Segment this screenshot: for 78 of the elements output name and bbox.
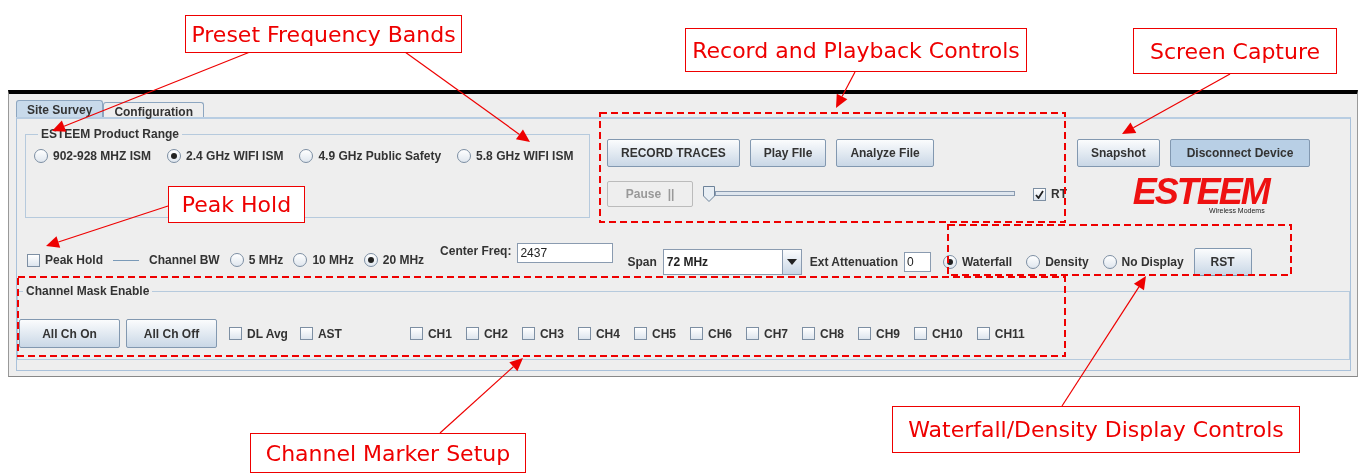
- callout-label: Peak Hold: [168, 186, 305, 223]
- action-button[interactable]: RECORD TRACES: [607, 139, 740, 167]
- checkbox[interactable]: [976, 327, 990, 340]
- group-title: Channel Mask Enable: [25, 284, 151, 298]
- callout-label: Screen Capture: [1133, 28, 1337, 74]
- input-field[interactable]: 0: [903, 252, 931, 272]
- option-label: 5 MHz: [248, 253, 284, 267]
- input-field[interactable]: 2437: [517, 243, 614, 263]
- option-label: DL Avg: [247, 326, 288, 341]
- option-label: 2.4 GHz WIFI ISM: [186, 149, 284, 163]
- reset-button[interactable]: RST: [1193, 248, 1252, 276]
- option-label: CH7: [764, 326, 788, 341]
- action-button[interactable]: Analyze File: [836, 139, 934, 167]
- radio-button[interactable]: [34, 149, 48, 163]
- option-label: 20 MHz: [382, 253, 425, 267]
- caret-icon: [786, 259, 797, 265]
- checkbox[interactable]: [633, 327, 647, 340]
- field-label: Span: [627, 255, 657, 269]
- radio-button[interactable]: [457, 149, 472, 163]
- action-button[interactable]: All Ch On: [19, 319, 120, 348]
- checkbox[interactable]: [299, 327, 313, 340]
- option-label: Density: [1045, 255, 1089, 269]
- action-button[interactable]: Disconnect Device: [1169, 139, 1311, 167]
- callout-label: Channel Marker Setup: [250, 433, 526, 473]
- separator-line: [113, 259, 140, 261]
- callout-label: Record and Playback Controls: [685, 28, 1027, 72]
- radio-button[interactable]: [1026, 255, 1041, 269]
- action-button[interactable]: All Ch Off: [126, 319, 217, 348]
- slider-thumb[interactable]: [703, 186, 716, 202]
- checkbox[interactable]: [746, 327, 759, 340]
- radio-button[interactable]: [167, 149, 182, 163]
- checkbox[interactable]: [465, 327, 479, 340]
- logo-wordmark: ESTEEM: [1132, 177, 1269, 207]
- option-label: No Display: [1121, 255, 1184, 269]
- option-label: CH11: [994, 326, 1025, 341]
- action-button[interactable]: Play FIle: [749, 139, 827, 167]
- option-label: 5.8 GHz WIFI ISM: [476, 149, 574, 163]
- checkbox[interactable]: [1033, 187, 1046, 201]
- checkbox[interactable]: [521, 327, 535, 340]
- option-label: CH5: [651, 326, 676, 341]
- checkbox[interactable]: [858, 327, 872, 340]
- radio-button[interactable]: [293, 253, 308, 267]
- option-label: CH2: [483, 326, 508, 341]
- action-button[interactable]: Snapshot: [1077, 139, 1160, 167]
- checkbox[interactable]: [229, 327, 242, 340]
- radio-button[interactable]: [363, 253, 378, 267]
- radio-button[interactable]: [942, 255, 957, 269]
- option-label: CH1: [427, 326, 452, 341]
- checkbox[interactable]: [27, 253, 40, 267]
- field-label: Ext Attenuation: [809, 255, 898, 269]
- callout-arrow: [836, 71, 856, 108]
- option-label: CH9: [876, 326, 901, 341]
- tab[interactable]: Configuration: [103, 102, 205, 117]
- radio-button[interactable]: [1102, 255, 1117, 269]
- tab[interactable]: Site Survey: [16, 100, 104, 117]
- option-label: CH10: [932, 326, 963, 341]
- option-label: CH3: [539, 326, 564, 341]
- option-label: CH8: [820, 326, 845, 341]
- option-label: Peak Hold: [45, 253, 104, 267]
- option-label: CH6: [708, 326, 732, 341]
- checkbox[interactable]: [914, 327, 928, 340]
- checkbox[interactable]: [690, 327, 703, 340]
- option-label: Waterfall: [961, 255, 1013, 269]
- checkbox[interactable]: [802, 327, 815, 340]
- callout-label: Waterfall/Density Display Controls: [892, 406, 1300, 453]
- option-label: 902-928 MHZ ISM: [53, 149, 152, 163]
- checkbox[interactable]: [409, 327, 423, 340]
- option-label: CH4: [595, 326, 620, 341]
- callout-label: Preset Frequency Bands: [185, 15, 462, 53]
- radio-button[interactable]: [229, 253, 244, 267]
- checkbox[interactable]: [577, 327, 591, 340]
- field-label: Channel BW: [149, 253, 220, 267]
- field-label: Center Freq:: [440, 244, 512, 258]
- option-label: AST: [317, 326, 342, 341]
- option-label: 4.9 GHz Public Safety: [318, 149, 442, 163]
- radio-button[interactable]: [299, 149, 314, 163]
- option-label: 10 MHz: [312, 253, 354, 267]
- dropdown[interactable]: 72 MHz: [662, 249, 802, 275]
